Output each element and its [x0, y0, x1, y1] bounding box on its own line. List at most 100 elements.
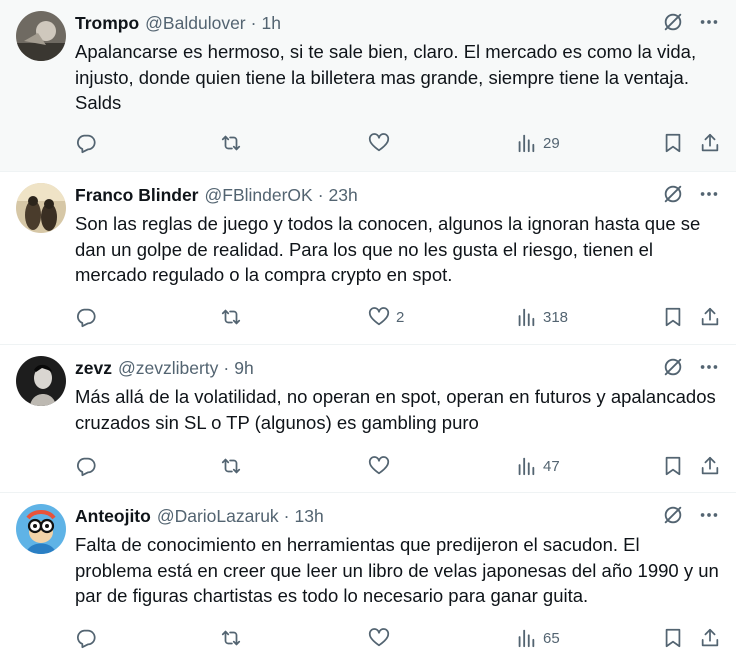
avatar[interactable] [16, 183, 66, 233]
like-button[interactable] [368, 454, 396, 478]
views-count: 318 [543, 308, 569, 326]
share-icon [701, 307, 719, 326]
retweet-icon [221, 630, 241, 646]
views-count: 47 [543, 457, 560, 475]
reply-icon [77, 457, 96, 477]
reply-button[interactable] [75, 626, 103, 650]
reply-icon [77, 629, 96, 649]
bookmark-icon [665, 628, 681, 648]
timestamp[interactable]: 1h [261, 13, 280, 34]
views-button[interactable]: 47 [515, 454, 560, 478]
tweet-header: Franco Blinder @FBlinderOK · 23h [75, 183, 716, 207]
tweet-top-actions [662, 356, 720, 378]
views-icon [518, 457, 535, 476]
tweet-text: Son las reglas de juego y todos la conoc… [75, 213, 701, 285]
tweet-top-actions [662, 504, 720, 526]
user-handle[interactable]: @DarioLazaruk [157, 506, 279, 527]
more-icon[interactable] [698, 356, 720, 378]
like-icon [368, 628, 390, 647]
tweet[interactable]: Anteojito @DarioLazaruk · 13h Falta de c… [0, 493, 736, 664]
like-icon [368, 307, 390, 326]
views-icon [518, 629, 535, 648]
display-name[interactable]: Trompo [75, 13, 139, 34]
user-handle[interactable]: @FBlinderOK [205, 185, 313, 206]
tweet-header: Trompo @Baldulover · 1h [75, 11, 716, 35]
separator-dot: · [317, 184, 324, 205]
bookmark-icon [665, 133, 681, 153]
separator-dot: · [283, 505, 290, 526]
like-button[interactable]: 2 [368, 305, 404, 329]
avatar[interactable] [16, 11, 66, 61]
tweet-text: Más allá de la volatilidad, no operan en… [75, 386, 716, 433]
retweet-button[interactable] [220, 131, 248, 155]
views-count: 65 [543, 629, 560, 647]
tweet[interactable]: Franco Blinder @FBlinderOK · 23h Son las… [0, 172, 736, 345]
bookmark-icon [665, 307, 681, 327]
grok-slash-icon[interactable] [662, 11, 684, 33]
tweet[interactable]: zevz @zevzliberty · 9h Más allá de la vo… [0, 345, 736, 493]
retweet-icon [221, 135, 241, 151]
reply-feed: Trompo @Baldulover · 1h Apalancarse es h… [0, 0, 736, 664]
more-icon[interactable] [698, 11, 720, 33]
bookmark-icon [665, 456, 681, 476]
tweet-header: Anteojito @DarioLazaruk · 13h [75, 504, 716, 528]
share-icon [701, 628, 719, 647]
display-name[interactable]: Anteojito [75, 506, 151, 527]
tweet-header: zevz @zevzliberty · 9h [75, 356, 716, 380]
retweet-button[interactable] [220, 305, 248, 329]
like-icon [368, 456, 390, 475]
reply-icon [77, 134, 96, 154]
more-icon[interactable] [698, 183, 720, 205]
retweet-button[interactable] [220, 454, 248, 478]
tweet[interactable]: Trompo @Baldulover · 1h Apalancarse es h… [0, 0, 736, 172]
views-button[interactable]: 318 [515, 305, 568, 329]
grok-slash-icon[interactable] [662, 183, 684, 205]
views-button[interactable]: 65 [515, 626, 560, 650]
avatar[interactable] [16, 504, 66, 554]
like-count: 2 [396, 308, 405, 326]
tweet-actions: 65 [75, 626, 720, 650]
grok-slash-icon[interactable] [662, 504, 684, 526]
separator-dot: · [223, 357, 230, 378]
tweet-top-actions [662, 183, 720, 205]
display-name[interactable]: zevz [75, 358, 112, 379]
tweet-top-actions [662, 11, 720, 33]
bookmark-button[interactable] [662, 131, 684, 155]
tweet-text: Falta de conocimiento en herramientas qu… [75, 534, 719, 606]
like-button[interactable] [368, 626, 396, 650]
separator-dot: · [250, 12, 257, 33]
avatar[interactable] [16, 356, 66, 406]
tweet-actions: 47 [75, 454, 720, 478]
share-button[interactable] [699, 305, 721, 329]
user-handle[interactable]: @Baldulover [145, 13, 245, 34]
reply-icon [77, 308, 96, 328]
reply-button[interactable] [75, 131, 103, 155]
more-icon[interactable] [698, 504, 720, 526]
tweet-text: Apalancarse es hermoso, si te sale bien,… [75, 41, 697, 113]
like-button[interactable] [368, 131, 396, 155]
retweet-button[interactable] [220, 626, 248, 650]
reply-button[interactable] [75, 305, 103, 329]
bookmark-button[interactable] [662, 626, 684, 650]
bookmark-button[interactable] [662, 454, 684, 478]
share-icon [701, 133, 719, 152]
retweet-icon [221, 309, 241, 325]
share-button[interactable] [699, 131, 721, 155]
display-name[interactable]: Franco Blinder [75, 185, 199, 206]
views-button[interactable]: 29 [515, 131, 560, 155]
views-icon [518, 308, 535, 327]
timestamp[interactable]: 13h [295, 506, 324, 527]
timestamp[interactable]: 23h [329, 185, 358, 206]
reply-button[interactable] [75, 454, 103, 478]
tweet-actions: 2 318 [75, 305, 720, 329]
share-button[interactable] [699, 626, 721, 650]
share-icon [701, 456, 719, 475]
user-handle[interactable]: @zevzliberty [118, 358, 218, 379]
tweet-actions: 29 [75, 131, 720, 155]
timestamp[interactable]: 9h [234, 358, 253, 379]
views-icon [518, 134, 535, 153]
grok-slash-icon[interactable] [662, 356, 684, 378]
views-count: 29 [543, 134, 560, 152]
share-button[interactable] [699, 454, 721, 478]
bookmark-button[interactable] [662, 305, 684, 329]
